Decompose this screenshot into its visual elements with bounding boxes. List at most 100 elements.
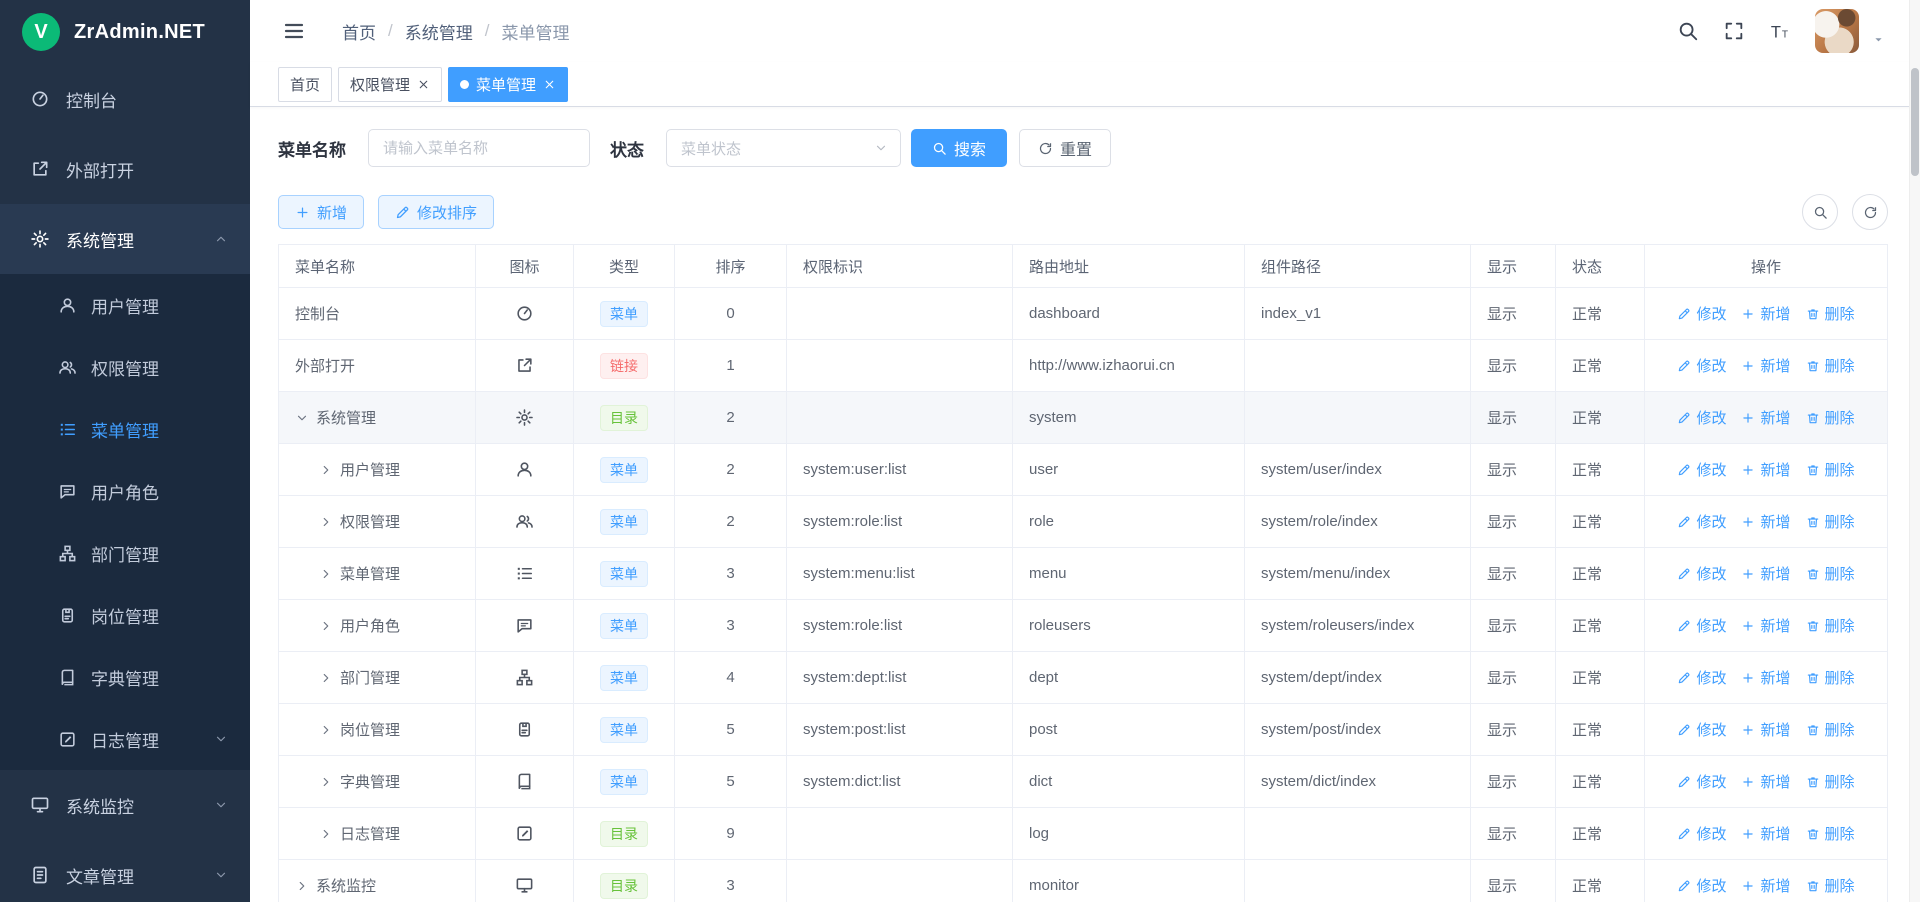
add-row-button[interactable]: 新增 [1741,875,1790,896]
delete-row-button[interactable]: 删除 [1806,407,1855,428]
reset-button[interactable]: 重置 [1019,129,1111,167]
add-row-button[interactable]: 新增 [1741,355,1790,376]
breadcrumb-home[interactable]: 首页 [342,19,376,44]
tab-1[interactable]: 权限管理 [338,67,442,102]
sidebar-item-users[interactable]: 权限管理 [0,336,250,398]
sort-button[interactable]: 修改排序 [378,195,494,229]
badge-icon [58,606,77,625]
route-cell: dashboard [1013,288,1245,340]
app-logo[interactable]: V ZrAdmin.NET [0,0,250,64]
sidebar-item-monitor[interactable]: 系统监控 [0,770,250,840]
add-row-button[interactable]: 新增 [1741,407,1790,428]
plus-icon [1741,567,1755,581]
delete-row-button[interactable]: 删除 [1806,823,1855,844]
add-row-button[interactable]: 新增 [1741,459,1790,480]
menu-name-input[interactable] [368,129,590,167]
delete-row-button[interactable]: 删除 [1806,511,1855,532]
edit-row-button[interactable]: 修改 [1677,719,1726,740]
edit-row-button[interactable]: 修改 [1677,459,1726,480]
edit-row-button[interactable]: 修改 [1677,511,1726,532]
sidebar-item-external[interactable]: 外部打开 [0,134,250,204]
sidebar-item-gauge[interactable]: 控制台 [0,64,250,134]
menu-icon-cell [476,340,574,392]
delete-row-button[interactable]: 删除 [1806,719,1855,740]
table-header-row: 菜单名称图标类型排序权限标识路由地址组件路径显示状态操作 [278,245,1888,288]
toggle-search-button[interactable] [1802,194,1838,230]
chevron-right-icon[interactable] [295,879,309,893]
sidebar-item-tree[interactable]: 部门管理 [0,522,250,584]
delete-row-button[interactable]: 删除 [1806,875,1855,896]
add-row-button[interactable]: 新增 [1741,823,1790,844]
edit-row-button[interactable]: 修改 [1677,303,1726,324]
component-cell: system/roleusers/index [1245,600,1471,652]
edit-row-button[interactable]: 修改 [1677,875,1726,896]
sidebar-item-doc[interactable]: 文章管理 [0,840,250,902]
add-row-button[interactable]: 新增 [1741,771,1790,792]
delete-row-button[interactable]: 删除 [1806,771,1855,792]
sidebar-item-badge[interactable]: 岗位管理 [0,584,250,646]
sidebar-item-editnote[interactable]: 日志管理 [0,708,250,770]
sidebar-item-gear[interactable]: 系统管理 [0,204,250,274]
sidebar-item-list[interactable]: 菜单管理 [0,398,250,460]
add-button[interactable]: 新增 [278,195,364,229]
chevron-right-icon[interactable] [319,775,333,789]
search-button[interactable]: 搜索 [911,129,1007,167]
edit-row-button[interactable]: 修改 [1677,615,1726,636]
sidebar-item-chat[interactable]: 用户角色 [0,460,250,522]
avatar[interactable] [1815,9,1859,53]
font-size-icon[interactable] [1769,20,1791,42]
edit-icon [1677,775,1691,789]
delete-label: 删除 [1825,719,1855,740]
fullscreen-icon[interactable] [1723,20,1745,42]
edit-row-button[interactable]: 修改 [1677,563,1726,584]
edit-row-button[interactable]: 修改 [1677,771,1726,792]
scrollbar-thumb[interactable] [1911,68,1919,176]
edit-row-button[interactable]: 修改 [1677,823,1726,844]
edit-row-button[interactable]: 修改 [1677,407,1726,428]
add-row-button[interactable]: 新增 [1741,303,1790,324]
users-icon [58,358,77,377]
add-row-button[interactable]: 新增 [1741,563,1790,584]
chevron-right-icon[interactable] [319,723,333,737]
close-icon[interactable] [417,78,430,91]
chevron-right-icon[interactable] [319,567,333,581]
page-scrollbar[interactable] [1909,0,1920,902]
route-cell: user [1013,444,1245,496]
chevron-right-icon[interactable] [319,619,333,633]
close-icon[interactable] [543,78,556,91]
order-cell: 5 [675,704,787,756]
delete-row-button[interactable]: 删除 [1806,303,1855,324]
add-row-button[interactable]: 新增 [1741,511,1790,532]
table-row: 权限管理菜单2system:role:listrolesystem/role/i… [278,496,1888,548]
status-select[interactable]: 菜单状态 [666,129,901,167]
breadcrumb-system[interactable]: 系统管理 [405,19,473,44]
menu-fold-icon[interactable] [282,19,306,43]
plus-icon [1741,307,1755,321]
delete-row-button[interactable]: 删除 [1806,563,1855,584]
add-row-button[interactable]: 新增 [1741,615,1790,636]
tab-0[interactable]: 首页 [278,67,332,102]
edit-row-button[interactable]: 修改 [1677,355,1726,376]
chevron-down-icon[interactable] [295,411,309,425]
delete-row-button[interactable]: 删除 [1806,355,1855,376]
avatar-dropdown-caret-icon[interactable] [1871,32,1886,47]
chevron-right-icon[interactable] [319,671,333,685]
refresh-table-button[interactable] [1852,194,1888,230]
edit-row-button[interactable]: 修改 [1677,667,1726,688]
header-search-icon[interactable] [1677,20,1699,42]
select-caret-icon [874,141,888,155]
tab-2[interactable]: 菜单管理 [448,67,568,102]
visible-cell: 显示 [1471,652,1556,704]
chevron-right-icon[interactable] [319,827,333,841]
add-row-button[interactable]: 新增 [1741,719,1790,740]
delete-label: 删除 [1825,875,1855,896]
delete-row-button[interactable]: 删除 [1806,615,1855,636]
type-tag: 菜单 [600,613,648,639]
sidebar-item-book[interactable]: 字典管理 [0,646,250,708]
add-row-button[interactable]: 新增 [1741,667,1790,688]
chevron-right-icon[interactable] [319,515,333,529]
sidebar-item-user[interactable]: 用户管理 [0,274,250,336]
delete-row-button[interactable]: 删除 [1806,667,1855,688]
delete-row-button[interactable]: 删除 [1806,459,1855,480]
chevron-right-icon[interactable] [319,463,333,477]
